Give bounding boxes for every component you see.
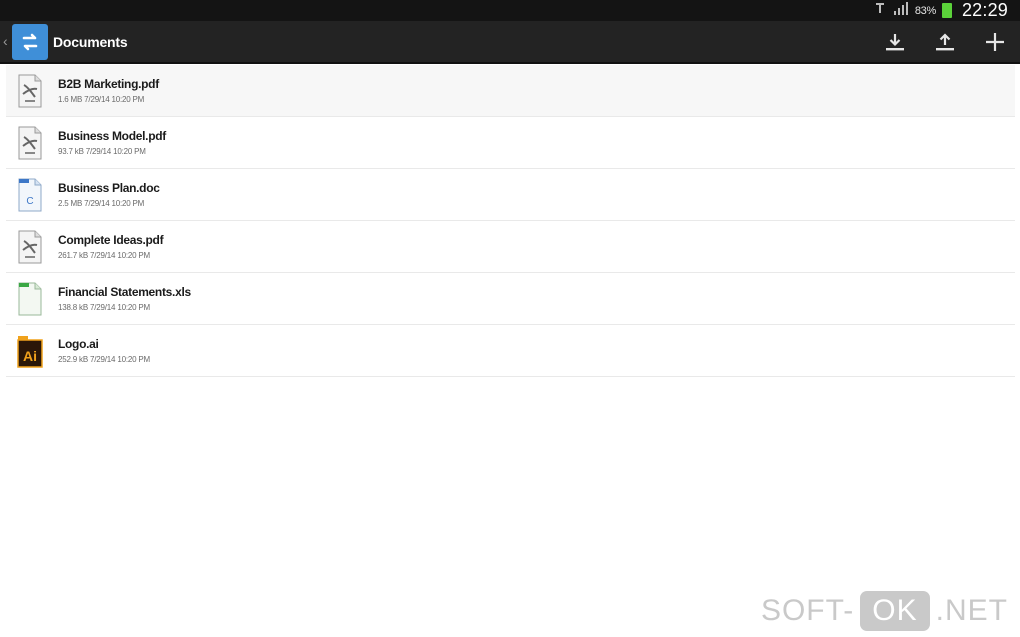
file-meta: 252.9 kB 7/29/14 10:20 PM [58,354,150,364]
upload-icon [936,32,954,50]
download-button[interactable] [870,20,920,63]
download-icon [886,33,904,50]
file-name: Complete Ideas.pdf [58,232,164,247]
action-buttons [870,20,1020,63]
status-bar: 83% 22:29 [0,0,1020,21]
file-meta: 93.7 kB 7/29/14 10:20 PM [58,146,146,156]
file-row[interactable]: Financial Statements.xls 138.8 kB 7/29/1… [6,273,1015,325]
file-row[interactable]: C Business Plan.doc 2.5 MB 7/29/14 10:20… [6,169,1015,221]
file-name: Logo.ai [58,336,99,351]
file-row[interactable]: B2B Marketing.pdf 1.6 MB 7/29/14 10:20 P… [6,65,1015,117]
xls-file-icon [18,282,42,315]
file-meta: 2.5 MB 7/29/14 10:20 PM [58,198,145,208]
page-title: Documents [53,33,128,50]
action-bar: ‹ Documents [0,21,1020,64]
signal-icon [893,0,909,21]
pdf-file-icon [18,230,42,263]
file-list: B2B Marketing.pdf 1.6 MB 7/29/14 10:20 P… [6,65,1015,377]
file-row[interactable]: Business Model.pdf 93.7 kB 7/29/14 10:20… [6,117,1015,169]
svg-text:C: C [26,196,33,207]
sync-icon [873,0,887,21]
pdf-file-icon [18,74,42,107]
file-name: B2B Marketing.pdf [58,76,159,91]
clock: 22:29 [961,0,1008,20]
battery-icon [941,3,952,18]
file-meta: 1.6 MB 7/29/14 10:20 PM [58,94,145,104]
doc-file-icon: C [18,178,42,211]
back-chevron-icon[interactable]: ‹ [0,20,11,63]
file-name: Business Plan.doc [58,180,160,195]
watermark-left: SOFT- [760,594,855,627]
add-button[interactable] [970,20,1020,63]
app-transfer-icon[interactable] [12,23,48,60]
plus-icon [986,32,1004,51]
file-name: Business Model.pdf [58,128,166,143]
file-row[interactable]: Complete Ideas.pdf 261.7 kB 7/29/14 10:2… [6,221,1015,273]
upload-button[interactable] [920,20,970,63]
watermark-right: .NET [935,594,1008,627]
file-row[interactable]: Ai Logo.ai 252.9 kB 7/29/14 10:20 PM [6,325,1015,377]
svg-text:Ai: Ai [23,348,37,364]
battery-percent: 83% [914,4,936,17]
watermark-box: OK [860,591,930,631]
file-name: Financial Statements.xls [58,284,191,299]
pdf-file-icon [18,126,42,159]
ai-file-icon: Ai [17,335,43,368]
file-meta: 261.7 kB 7/29/14 10:20 PM [58,250,150,260]
file-meta: 138.8 kB 7/29/14 10:20 PM [58,302,150,312]
watermark: SOFT- OK .NET [761,591,1008,631]
